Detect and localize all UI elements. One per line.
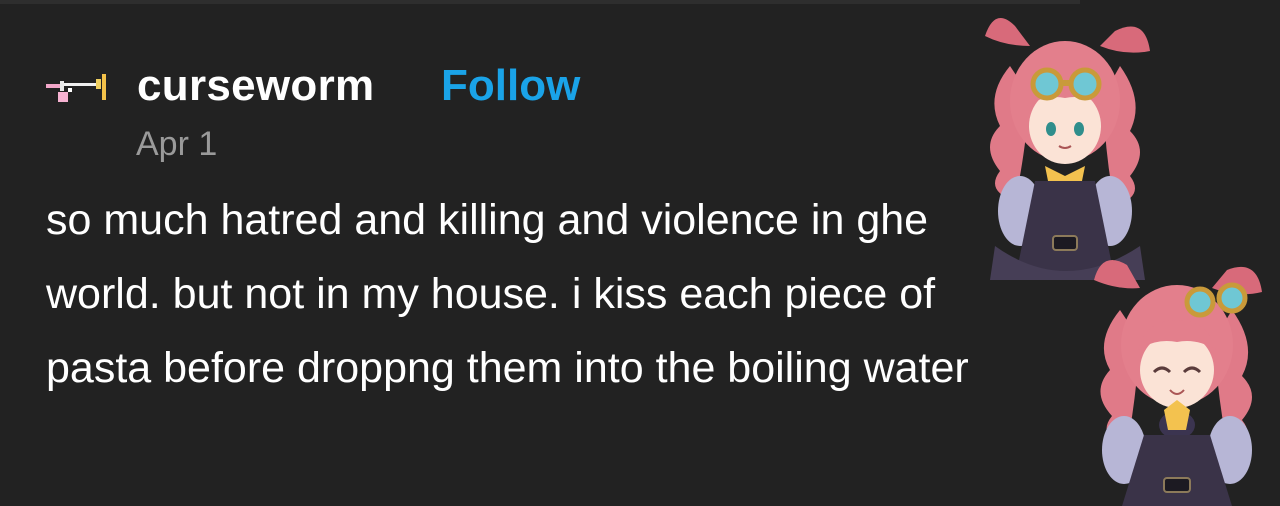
post-card: curseworm Follow Apr 1 so much hatred an… <box>0 0 1280 506</box>
avatar[interactable] <box>44 70 114 110</box>
username[interactable]: curseworm <box>137 58 374 114</box>
anime-girl-goggles-sticker <box>985 18 1150 280</box>
anime-girl-smiling-sticker <box>1094 260 1262 506</box>
post-date[interactable]: Apr 1 <box>136 122 217 166</box>
avatar-icon <box>46 74 106 102</box>
post-body: so much hatred and killing and violence … <box>46 196 969 392</box>
follow-button[interactable]: Follow <box>441 58 580 114</box>
